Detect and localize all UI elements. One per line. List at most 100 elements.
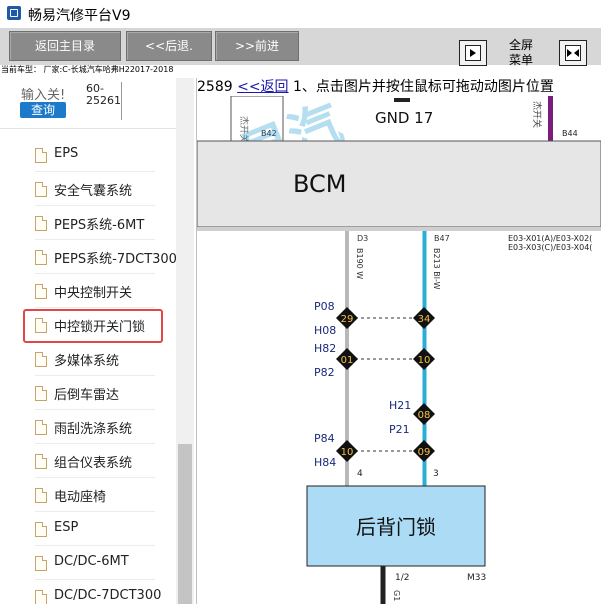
bottom-pin: 1/2 xyxy=(395,573,409,583)
back-link[interactable]: <<返回 xyxy=(237,79,288,95)
sidebar-item[interactable]: PEPS系统-7DCT300 xyxy=(35,247,177,271)
conn-h08: H08 xyxy=(314,324,336,337)
sidebar-separator xyxy=(0,128,176,129)
page-number: 2589 xyxy=(197,79,233,95)
document-icon xyxy=(35,284,47,299)
left-wire-label: B190 W xyxy=(355,248,364,279)
sidebar-item-divider xyxy=(35,307,155,308)
sidebar-item[interactable]: 安全气囊系统 xyxy=(35,179,175,203)
sidebar-item[interactable]: DC/DC-7DCT300 xyxy=(35,587,175,604)
connector-label-1: E03-X01(A)/E03-X02( xyxy=(508,234,592,243)
bcm-label: BCM xyxy=(293,170,347,198)
sidebar-item-label: 中央控制开关 xyxy=(54,286,133,301)
document-icon xyxy=(35,590,47,604)
selected-item-highlight xyxy=(23,309,163,343)
query-button[interactable]: 查询 xyxy=(20,102,66,118)
node-29: 29 xyxy=(336,307,358,329)
document-icon xyxy=(35,522,47,537)
sidebar-item[interactable]: ESP xyxy=(35,519,175,543)
conn-p21: P21 xyxy=(389,423,410,436)
sidebar-item[interactable]: 多媒体系统 xyxy=(35,349,175,373)
ground-marker xyxy=(394,98,410,102)
conn-h82: H82 xyxy=(314,342,336,355)
search-divider xyxy=(121,82,122,120)
node-01-label: 01 xyxy=(341,355,354,366)
sidebar-item-label: PEPS系统-7DCT300 xyxy=(54,252,177,267)
info-bar: 2589 <<返回 1、点击图片并按住鼠标可拖动动图片位置 xyxy=(197,78,601,96)
document-icon xyxy=(35,216,47,231)
bcm-module[interactable] xyxy=(197,140,601,228)
current-model-text: 当前车型： 厂家:C-长城汽车哈弗H22017-2018 xyxy=(1,65,174,74)
sidebar-item[interactable]: 中央控制开关 xyxy=(35,281,175,305)
document-icon xyxy=(35,182,47,197)
sidebar-item-divider xyxy=(35,545,155,546)
sidebar-item-divider xyxy=(35,579,155,580)
sidebar-item[interactable]: 雨刮洗涤系统 xyxy=(35,417,175,441)
right-pin-label: B47 xyxy=(434,234,450,243)
rear-door-lock-label: 后背门锁 xyxy=(356,515,436,539)
sidebar-item[interactable]: 组合仪表系统 xyxy=(35,451,175,475)
sidebar-item-divider xyxy=(35,273,155,274)
node-34-label: 34 xyxy=(418,314,431,325)
node-01: 01 xyxy=(336,348,358,370)
document-icon xyxy=(35,386,47,401)
ground-label: GND 17 xyxy=(375,109,433,127)
purple-wire xyxy=(548,96,553,141)
document-icon xyxy=(35,352,47,367)
sidebar-item-label: EPS xyxy=(54,146,79,161)
search-label: 输入关! xyxy=(21,88,66,103)
conn-p84: P84 xyxy=(314,432,335,445)
node-10a: 10 xyxy=(413,348,435,370)
pin-3: 3 xyxy=(433,469,439,479)
fullscreen-menu-label[interactable]: 全屏 菜单 xyxy=(505,38,537,68)
node-08: 08 xyxy=(413,403,435,425)
conn-h21: H21 xyxy=(389,399,411,412)
title-bar: 畅易汽修平台V9 xyxy=(0,0,601,29)
bottom-wire: G1 xyxy=(392,590,401,601)
document-icon xyxy=(35,148,47,163)
sidebar-item-divider xyxy=(35,239,155,240)
wiring-diagram[interactable]: 杰开关 B42 GND 17 杰开关 B44 畅易汽 BCM D3 B190 W… xyxy=(197,96,601,604)
sidebar-item-label: 雨刮洗涤系统 xyxy=(54,422,133,437)
node-29-label: 29 xyxy=(341,314,354,325)
sidebar-item[interactable]: EPS xyxy=(35,145,175,169)
node-10b: 10 xyxy=(336,440,358,462)
node-34: 34 xyxy=(413,307,435,329)
search-code-line2: 25261 xyxy=(86,94,121,107)
forward-button[interactable]: >>前进 xyxy=(215,31,299,61)
diagram-panel: 2589 <<返回 1、点击图片并按住鼠标可拖动动图片位置 杰开关 B42 GN… xyxy=(197,78,601,604)
sidebar-item[interactable]: DC/DC-6MT xyxy=(35,553,175,577)
sidebar-item-label: PEPS系统-6MT xyxy=(54,218,145,233)
right-fuse-pin: B44 xyxy=(562,129,578,138)
document-icon xyxy=(35,454,47,469)
bottom-code: M33 xyxy=(467,573,486,583)
conn-p82: P82 xyxy=(314,366,335,379)
node-10a-label: 10 xyxy=(418,355,431,366)
fullscreen-icon xyxy=(565,45,581,61)
sidebar-item-label: 安全气囊系统 xyxy=(54,184,133,199)
sidebar-item-label: 后倒车雷达 xyxy=(54,388,120,403)
sidebar-item[interactable]: 电动座椅 xyxy=(35,485,175,509)
sidebar-item-divider xyxy=(35,171,155,172)
node-09-label: 09 xyxy=(418,447,431,458)
panel-icon xyxy=(465,45,481,61)
collapse-panel-button[interactable] xyxy=(459,40,487,66)
instruction-text: 1、点击图片并按住鼠标可拖动动图片位置 xyxy=(293,79,554,95)
conn-h84: H84 xyxy=(314,456,336,469)
search-input[interactable]: 60- 25261 xyxy=(86,83,121,107)
sidebar-item-divider xyxy=(35,409,155,410)
right-fuse-label: 杰开关 xyxy=(531,101,543,128)
sidebar-item-divider xyxy=(35,205,155,206)
fullscreen-label-line2: 菜单 xyxy=(508,53,533,67)
sidebar-scroll-thumb[interactable] xyxy=(178,444,192,604)
sidebar-item[interactable]: PEPS系统-6MT xyxy=(35,213,175,237)
document-icon xyxy=(35,250,47,265)
pin-4: 4 xyxy=(357,469,363,479)
home-button[interactable]: 返回主目录 xyxy=(9,31,121,61)
back-button[interactable]: <<后退. xyxy=(126,31,212,61)
fullscreen-button[interactable] xyxy=(559,40,587,66)
sidebar-item[interactable]: 后倒车雷达 xyxy=(35,383,175,407)
conn-p08: P08 xyxy=(314,300,335,313)
app-icon xyxy=(7,6,21,20)
connector-label-2: E03-X03(C)/E03-X04( xyxy=(508,243,592,252)
